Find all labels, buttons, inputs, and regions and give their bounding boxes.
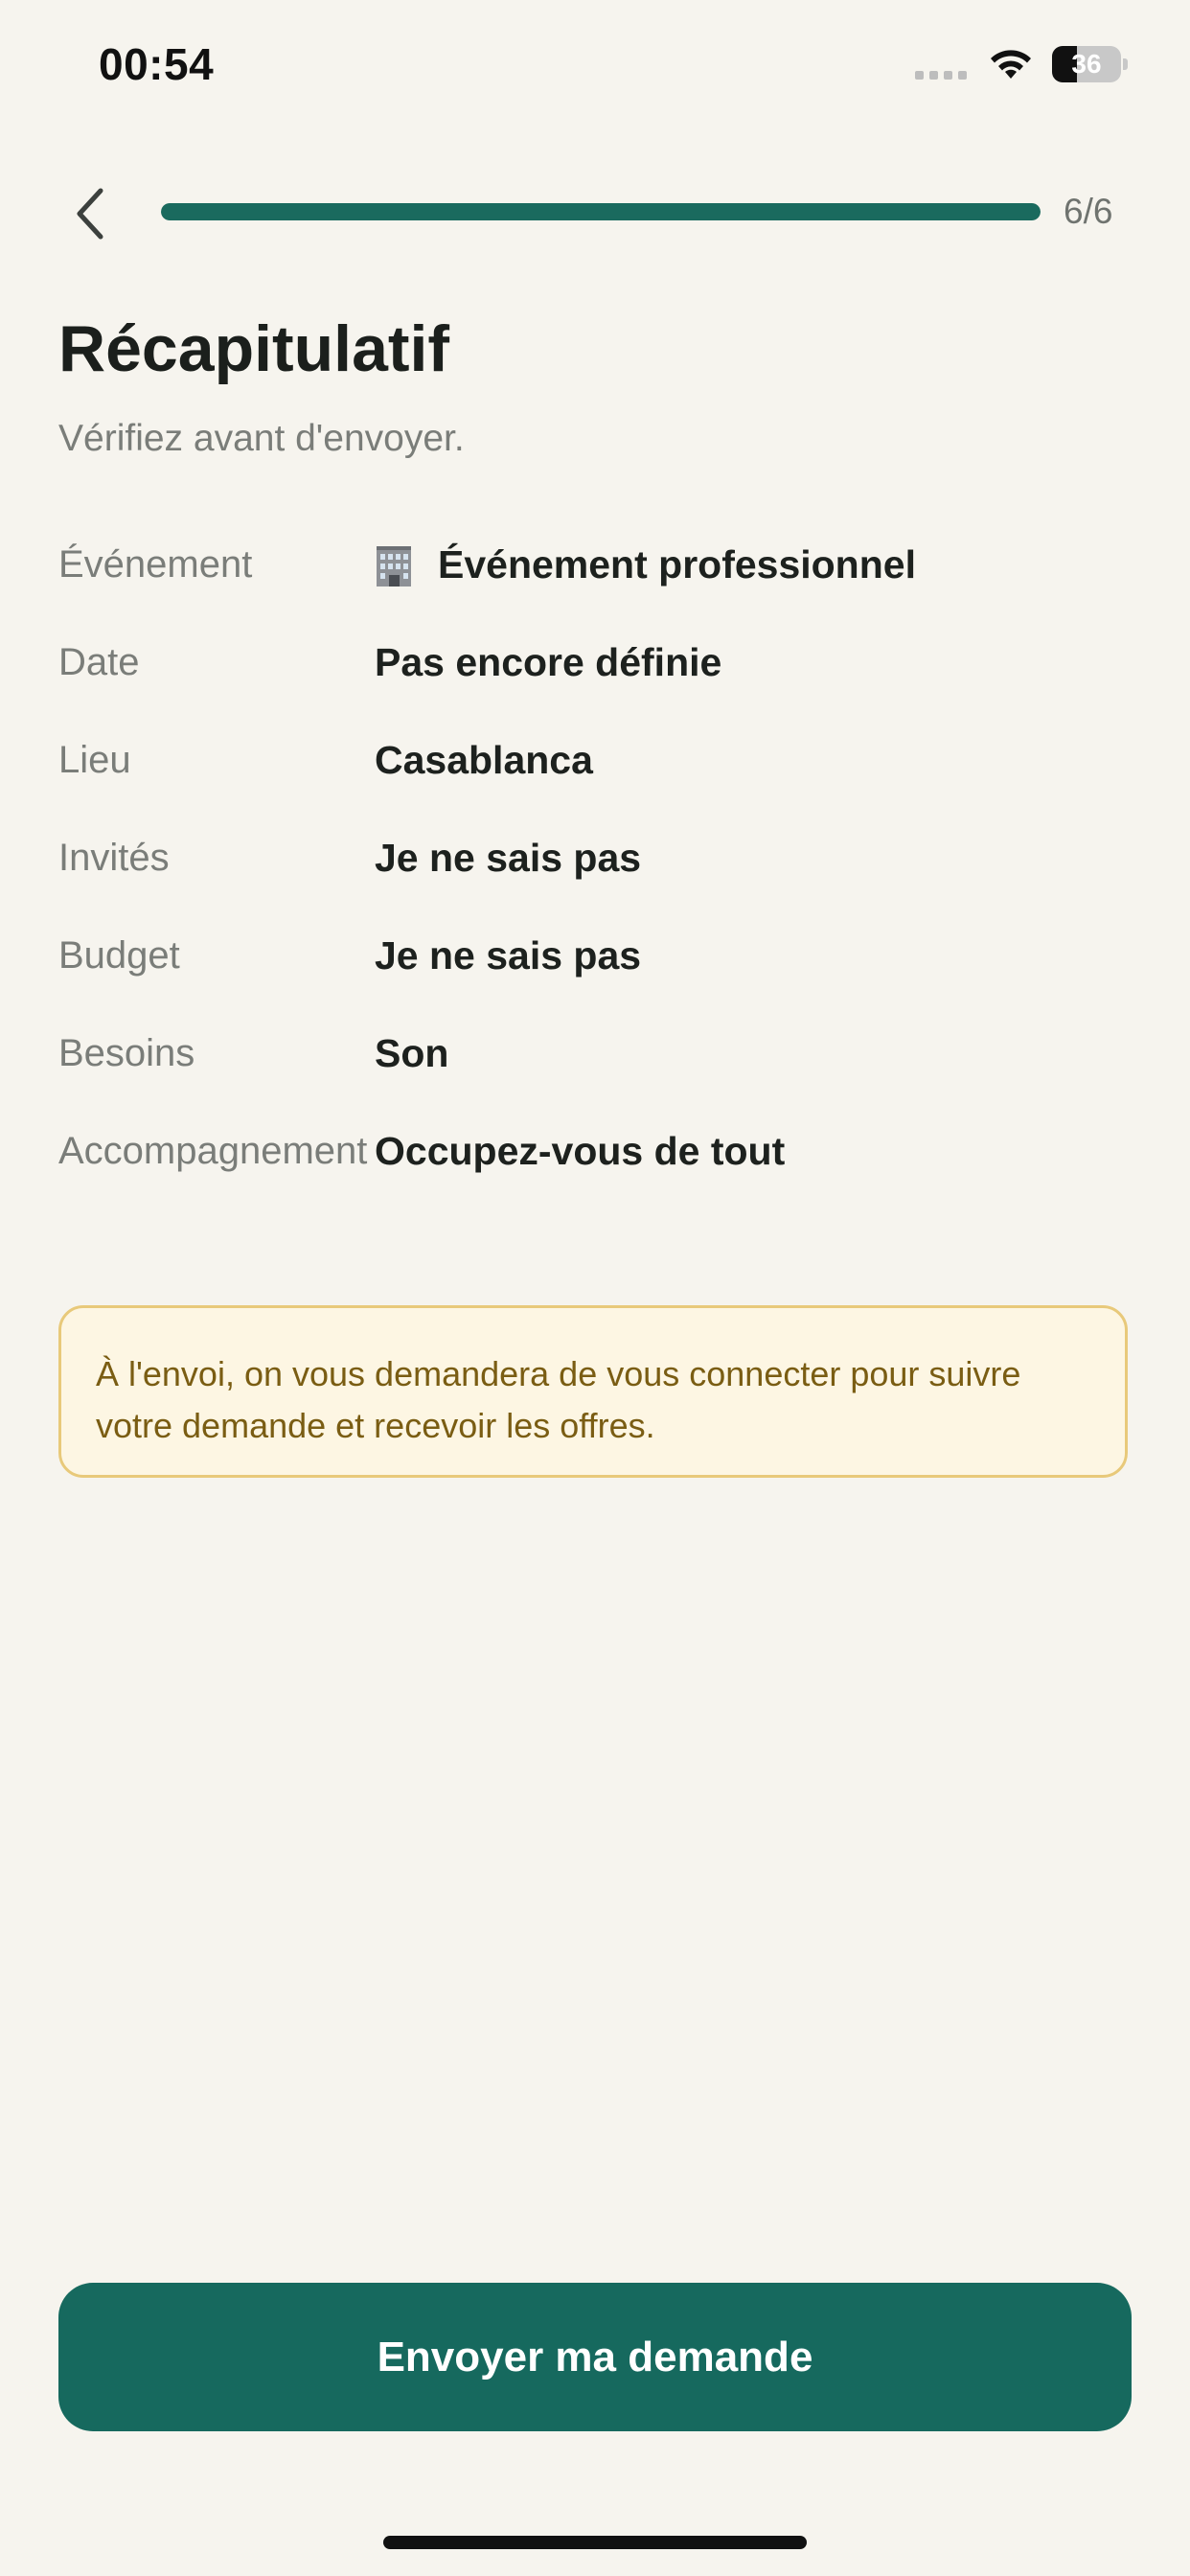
login-notice-text: À l'envoi, on vous demandera de vous con… [96,1354,1021,1445]
submit-request-button[interactable]: Envoyer ma demande [58,2283,1132,2431]
summary-value: Occupez-vous de tout [375,1129,786,1173]
summary-row-support: Accompagnement Occupez-vous de tout [58,1123,1132,1221]
summary-row-location: Lieu Casablanca [58,732,1132,830]
summary-label: Date [58,641,140,683]
summary-value: Je ne sais pas [375,933,642,978]
home-indicator [383,2536,807,2549]
login-notice: À l'envoi, on vous demandera de vous con… [58,1305,1128,1478]
back-button[interactable] [61,180,119,247]
summary-label: Besoins [58,1032,195,1074]
summary-value-text: Événement professionnel [438,542,916,586]
page-title: Récapitulatif [58,312,450,385]
summary-value: Événement professionnel [375,537,1132,593]
summary-label: Budget [58,934,180,977]
summary-row-date: Date Pas encore définie [58,634,1132,732]
summary-row-budget: Budget Je ne sais pas [58,928,1132,1025]
battery-icon: 36 [1052,46,1129,82]
summary-value: Casablanca [375,738,593,782]
summary-list: Événement Événement professionnel Date P… [58,537,1132,1221]
summary-label: Lieu [58,739,131,781]
building-icon [377,545,411,586]
cellular-signal-icon [915,71,967,80]
status-bar: 00:54 36 [0,0,1190,125]
summary-row-event: Événement Événement professionnel [58,537,1132,634]
chevron-left-icon [77,188,103,240]
battery-level: 36 [1071,49,1102,79]
page-subtitle: Vérifiez avant d'envoyer. [58,418,465,459]
status-time: 00:54 [99,39,215,89]
progress-fill [161,203,1041,220]
summary-value: Pas encore définie [375,640,722,684]
summary-value: Je ne sais pas [375,836,642,880]
summary-row-guests: Invités Je ne sais pas [58,830,1132,928]
wifi-icon [991,50,1031,79]
summary-row-needs: Besoins Son [58,1025,1132,1123]
summary-label: Événement [58,543,253,586]
summary-value: Son [375,1031,449,1075]
summary-label: Accompagnement [58,1130,368,1172]
progress-bar [161,203,1041,220]
step-counter: 6/6 [1064,192,1113,231]
summary-label: Invités [58,837,170,879]
